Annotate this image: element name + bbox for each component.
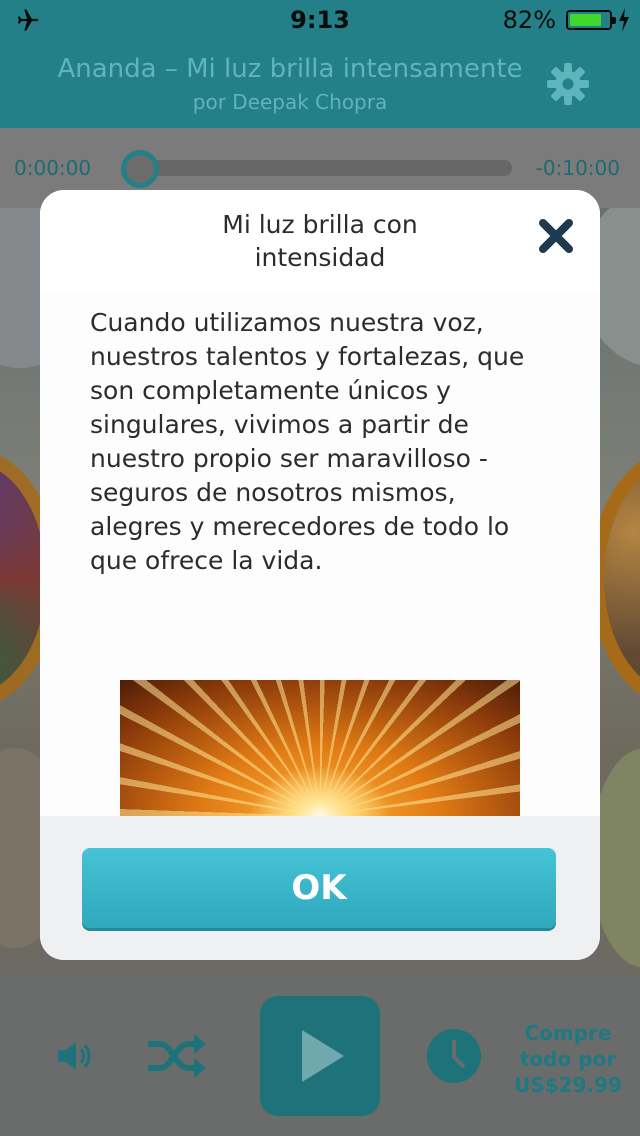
battery-icon	[566, 10, 616, 30]
sunburst-image	[120, 680, 520, 816]
dialog-footer: OK	[40, 816, 600, 960]
shuffle-icon[interactable]	[146, 1032, 206, 1080]
battery-percentage: 82%	[502, 6, 556, 34]
info-dialog: Mi luz brilla con intensidad Cuando util…	[40, 190, 600, 960]
player-controls: Compre todo por US$29.99	[0, 976, 640, 1136]
play-icon	[302, 1030, 344, 1082]
ok-button[interactable]: OK	[82, 848, 556, 928]
dialog-title: Mi luz brilla con intensidad	[222, 210, 418, 272]
header: Ananda – Mi luz brilla intensamente por …	[0, 40, 640, 128]
play-button[interactable]	[260, 996, 380, 1116]
volume-icon[interactable]	[54, 1036, 94, 1076]
status-bar: 9:13 82%	[0, 0, 640, 40]
buy-all-button[interactable]: Compre todo por US$29.99	[508, 1020, 628, 1098]
clock-icon[interactable]	[426, 1028, 482, 1084]
elapsed-time: 0:00:00	[14, 156, 92, 180]
track-author: por Deepak Chopra	[192, 90, 388, 114]
dialog-text: Cuando utilizamos nuestra voz, nuestros …	[90, 308, 525, 575]
dialog-header: Mi luz brilla con intensidad	[40, 190, 600, 290]
track-title: Ananda – Mi luz brilla intensamente	[57, 54, 523, 84]
dialog-body[interactable]: Cuando utilizamos nuestra voz, nuestros …	[40, 290, 600, 816]
battery-fill	[570, 14, 601, 26]
charging-bolt-icon	[619, 8, 629, 32]
close-icon[interactable]	[536, 216, 576, 256]
remaining-time: -0:10:00	[535, 156, 620, 180]
gear-icon[interactable]	[544, 60, 592, 108]
progress-track[interactable]	[140, 160, 512, 176]
progress-thumb[interactable]	[121, 150, 159, 188]
